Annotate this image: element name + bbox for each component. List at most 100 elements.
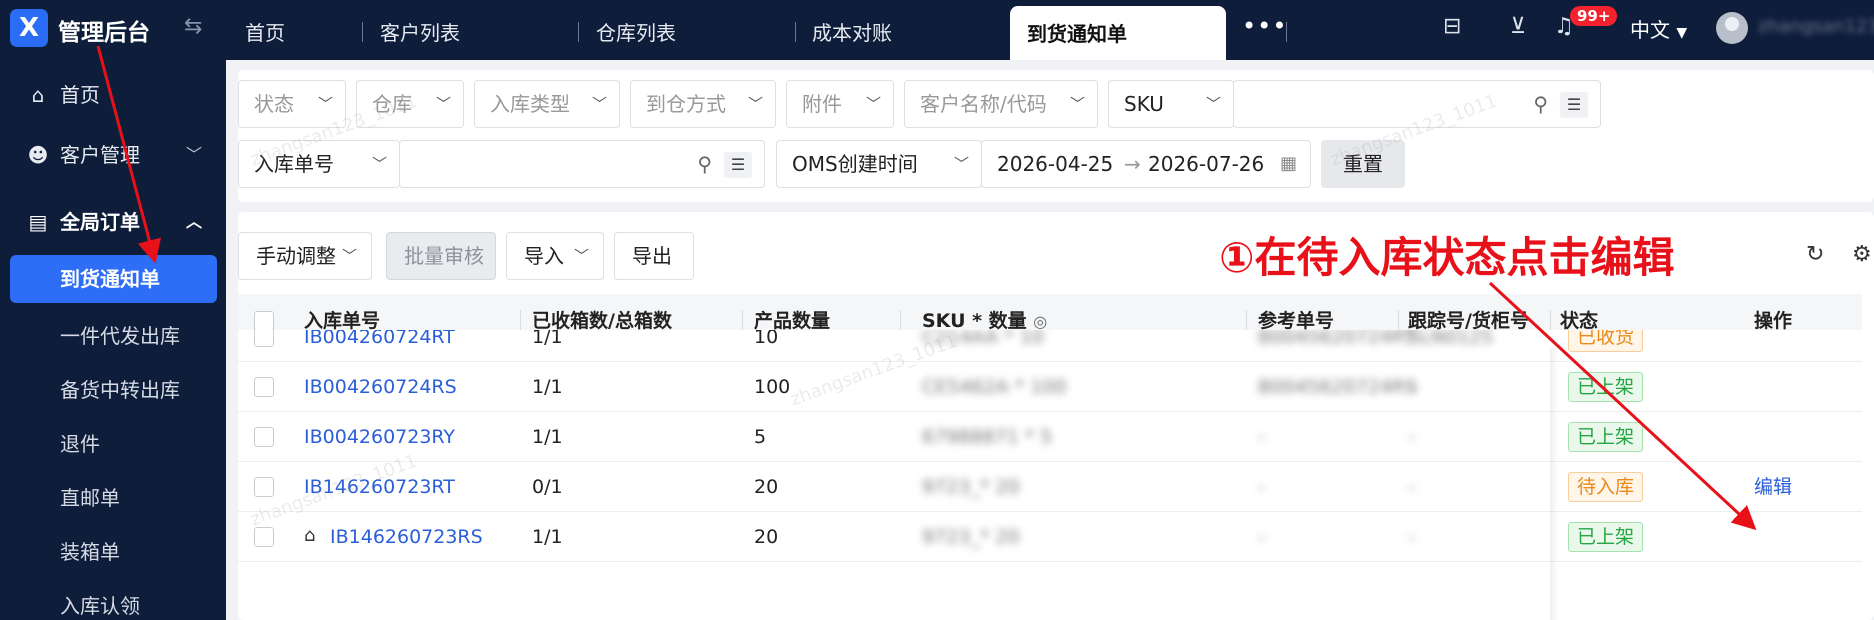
column-settings-icon[interactable]: ◎	[1033, 312, 1047, 331]
main-content: 状态 ﹀ 仓库 ﹀ 入库类型 ﹀ 到仓方式 ﹀ 附件 ﹀ 客户名称/代码 ﹀ SKU ﹀ ⚲ ☰…	[226, 60, 1874, 620]
attachment-select[interactable]: 附件 ﹀	[786, 80, 894, 128]
row-checkbox[interactable]	[254, 377, 274, 397]
sidebar-sub-item-dropship[interactable]: 一件代发出库	[60, 320, 180, 349]
multi-line-icon[interactable]: ☰	[724, 152, 752, 178]
time-type-select[interactable]: OMS创建时间 ﹀	[776, 140, 982, 188]
sidebar-item-global-orders[interactable]: ▤ 全局订单 ︿	[0, 199, 226, 245]
sidebar-sub-item-arrival-notice[interactable]: 到货通知单	[10, 255, 217, 303]
date-range-picker[interactable]: 2026-04-25 → 2026-07-26 ▦	[981, 140, 1311, 188]
inbound-type-select[interactable]: 入库类型 ﹀	[474, 80, 620, 128]
order-no-type-select[interactable]: 入库单号 ﹀	[238, 140, 400, 188]
batch-review-button[interactable]: 批量审核	[386, 232, 496, 280]
filter-panel: 状态 ﹀ 仓库 ﹀ 入库类型 ﹀ 到仓方式 ﹀ 附件 ﹀ 客户名称/代码 ﹀ SKU ﹀ ⚲ ☰…	[238, 70, 1874, 202]
sidebar-sub-item-inbound-claim[interactable]: 入库认领	[60, 590, 140, 619]
column-divider	[1246, 310, 1247, 332]
sku-cell: 9723_* 20	[922, 526, 1020, 548]
table-row[interactable]: IB004260723RY 1/1 5 67988871 * 5 - - 已上架	[238, 412, 1862, 462]
manual-adjust-button[interactable]: 手动调整 ﹀	[238, 232, 372, 280]
select-all-checkbox[interactable]	[254, 311, 274, 331]
tab-arrival-notice[interactable]: 到货通知单	[1010, 6, 1226, 60]
tab-home[interactable]: 首页	[245, 0, 285, 60]
row-checkbox[interactable]	[254, 477, 274, 497]
sidebar-sub-item-returns[interactable]: 退件	[60, 428, 100, 457]
sidebar-sub-item-transfer[interactable]: 备货中转出库	[60, 374, 180, 403]
orders-icon: ▤	[28, 210, 48, 234]
edit-link[interactable]: 编辑	[1754, 462, 1792, 512]
ref-cell: B0045620724RS	[1258, 376, 1418, 398]
order-no-link[interactable]: IB146260723RS	[330, 512, 483, 562]
ref-cell: -	[1258, 526, 1265, 548]
tab-warehouse-list[interactable]: 仓库列表	[596, 0, 676, 60]
import-button[interactable]: 导入 ﹀	[506, 232, 604, 280]
username[interactable]: zhangsan123	[1758, 16, 1874, 37]
row-checkbox[interactable]	[254, 427, 274, 447]
tracking-cell: -	[1408, 376, 1415, 398]
sku-search-input[interactable]: ⚲ ☰	[1233, 80, 1601, 128]
sku-type-label: SKU	[1124, 92, 1164, 116]
download-icon[interactable]: ⊻	[1510, 14, 1526, 39]
chevron-down-icon: ﹀	[317, 95, 333, 113]
order-no-link[interactable]: IB004260724RT	[304, 330, 455, 361]
tab-cost-reconcile[interactable]: 成本对账	[812, 0, 892, 60]
language-selector[interactable]: 中文 ▼	[1630, 14, 1687, 43]
tab-divider	[578, 22, 579, 42]
status-select[interactable]: 状态 ﹀	[238, 80, 346, 128]
table-row[interactable]: IB146260723RT 0/1 20 9723_* 20 - - 待入库 编…	[238, 462, 1862, 512]
tracking-cell[interactable]: SLN0125	[1408, 330, 1493, 361]
warehouse-select[interactable]: 仓库 ﹀	[356, 80, 464, 128]
sku-cell: CE5462A * 100	[922, 376, 1067, 398]
reset-button[interactable]: 重置	[1321, 140, 1405, 188]
ref-cell: -	[1258, 476, 1265, 498]
order-no-link[interactable]: IB146260723RT	[304, 462, 455, 512]
search-icon[interactable]: ⚲	[1533, 92, 1548, 116]
chevron-down-icon: ﹀	[435, 95, 451, 113]
customer-select[interactable]: 客户名称/代码 ﹀	[904, 80, 1098, 128]
qty-cell: 20	[754, 526, 779, 548]
order-no-type-label: 入库单号	[254, 152, 334, 176]
sku-type-select[interactable]: SKU ﹀	[1108, 80, 1234, 128]
chevron-down-icon: ﹀	[573, 247, 589, 265]
multi-line-icon[interactable]: ☰	[1560, 92, 1588, 118]
date-start[interactable]: 2026-04-25	[997, 141, 1113, 187]
chevron-down-icon: ﹀	[591, 95, 607, 113]
sidebar-sub-item-direct-mail[interactable]: 直邮单	[60, 482, 120, 511]
order-no-link[interactable]: IB004260724RS	[304, 362, 457, 412]
time-type-label: OMS创建时间	[792, 152, 918, 176]
swap-icon[interactable]: ⇆	[184, 14, 202, 39]
arrival-method-select[interactable]: 到仓方式 ﹀	[630, 80, 776, 128]
calendar-icon[interactable]: ▦	[1280, 141, 1297, 187]
search-icon[interactable]: ⚲	[697, 152, 712, 176]
sidebar-item-home[interactable]: ⌂ 首页	[0, 72, 226, 118]
fixed-column-shadow	[1550, 348, 1558, 620]
row-checkbox[interactable]	[254, 330, 274, 347]
customer-label: 客户名称/代码	[920, 92, 1047, 116]
sidebar-item-label: 全局订单	[60, 210, 140, 234]
date-end[interactable]: 2026-07-26	[1148, 141, 1264, 187]
table-row[interactable]: ⌂ IB146260723RS 1/1 20 9723_* 20 - - 已上架	[238, 512, 1862, 562]
chevron-down-icon: ﹀	[1205, 95, 1221, 113]
settings-icon[interactable]: ⚙	[1852, 242, 1872, 267]
unlock-icon: ⌂	[304, 525, 316, 546]
column-divider	[1398, 310, 1399, 332]
app-logo-icon[interactable]: X	[10, 9, 48, 47]
row-checkbox[interactable]	[254, 527, 274, 547]
tracking-cell: -	[1408, 426, 1415, 448]
tracking-cell: -	[1408, 476, 1415, 498]
export-button[interactable]: 导出	[614, 232, 694, 280]
caret-down-icon: ▼	[1676, 25, 1688, 41]
order-no-link[interactable]: IB004260723RY	[304, 412, 455, 462]
order-no-search-input[interactable]: ⚲ ☰	[399, 140, 765, 188]
tab-customer-list[interactable]: 客户列表	[380, 0, 460, 60]
table-row[interactable]: IB004260724RT 1/1 10 C214AA * 10 B004562…	[238, 330, 1862, 362]
table-row[interactable]: IB004260724RS 1/1 100 CE5462A * 100 B004…	[238, 362, 1862, 412]
column-header-label: SKU * 数量	[922, 310, 1027, 332]
avatar[interactable]	[1716, 12, 1748, 44]
refresh-icon[interactable]: ↻	[1806, 242, 1824, 267]
inbox-icon[interactable]: ⊟	[1443, 14, 1461, 39]
sidebar-sub-item-packing[interactable]: 装箱单	[60, 536, 120, 565]
sku-cell: 67988871 * 5	[922, 426, 1053, 448]
status-select-label: 状态	[254, 92, 294, 116]
chevron-down-icon: ﹀	[953, 155, 969, 173]
more-tabs-icon[interactable]: •••	[1242, 12, 1287, 40]
sidebar-item-customer-manage[interactable]: ☻ 客户管理 ﹀	[0, 132, 226, 178]
